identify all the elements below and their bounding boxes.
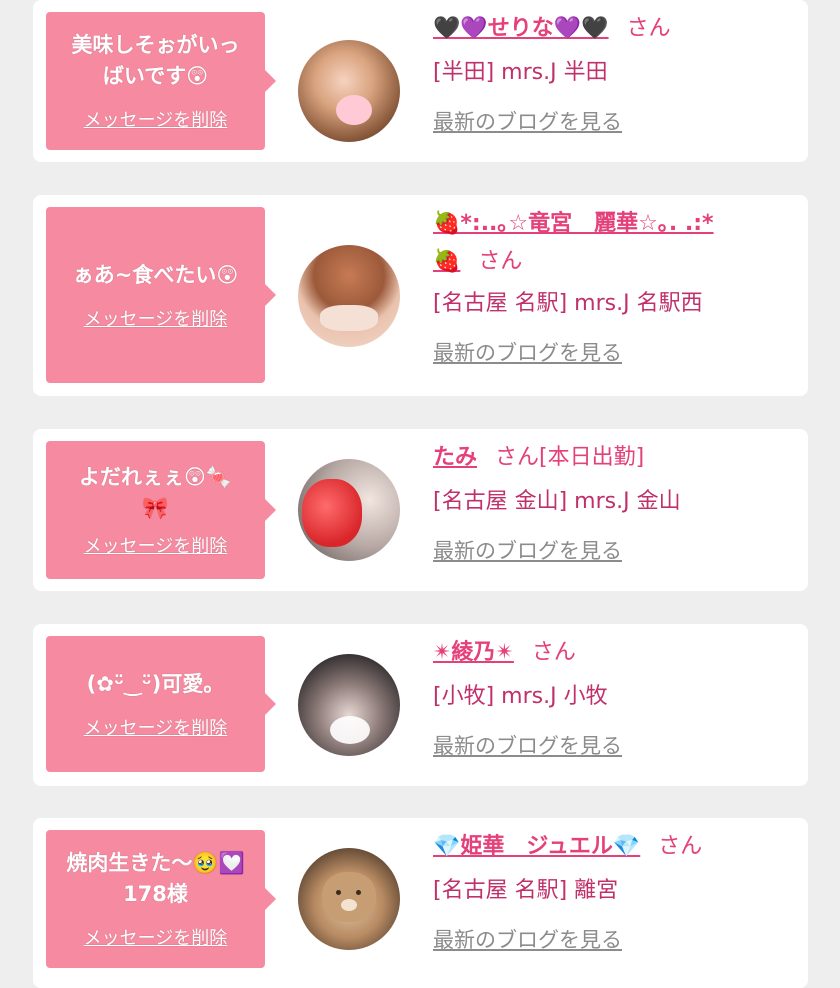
message-text: 美味しそぉがいっ ばいです😲	[72, 30, 240, 92]
avatar[interactable]	[298, 654, 400, 756]
latest-blog-link[interactable]: 最新のブログを見る	[433, 535, 622, 565]
delete-message-link[interactable]: メッセージを削除	[84, 305, 228, 331]
girl-name-link[interactable]: 🍓*:..｡☆竜宮 麗華☆｡. .:*	[433, 211, 714, 236]
honorific: さん	[531, 640, 576, 665]
avatar[interactable]	[298, 245, 400, 347]
shop-label: [名古屋 名駅] 離宮	[433, 878, 619, 903]
girl-name-link[interactable]: ✴綾乃✴	[433, 640, 514, 665]
name-line-2: 🍓 さん	[433, 245, 798, 279]
bear-icon	[322, 872, 376, 922]
message-line: 美味しそぉがいっ	[71, 33, 240, 57]
message-bubble: 美味しそぉがいっ ばいです😲 メッセージを削除	[46, 12, 276, 150]
honorific: さん	[658, 834, 703, 859]
message-text: (✿ᵕ̈‿ᵕ̈)可愛。	[87, 669, 225, 700]
name-line: たみ さん[本日出勤]	[433, 441, 798, 475]
shop-label: [半田] mrs.J 半田	[433, 60, 608, 85]
latest-blog-link[interactable]: 最新のブログを見る	[433, 337, 622, 367]
latest-blog-link[interactable]: 最新のブログを見る	[433, 924, 622, 954]
girl-info: 🖤💜せりな💜🖤 さん [半田] mrs.J 半田 最新のブログを見る	[433, 12, 798, 136]
latest-blog-link[interactable]: 最新のブログを見る	[433, 730, 622, 760]
face-blur	[336, 95, 372, 125]
message-line: ばいです😲	[102, 64, 209, 88]
girl-info: 🍓*:..｡☆竜宮 麗華☆｡. .:* 🍓 さん [名古屋 名駅] mrs.J 名…	[433, 207, 798, 367]
girl-info: ✴綾乃✴ さん [小牧] mrs.J 小牧 最新のブログを見る	[433, 636, 798, 760]
girl-name-link[interactable]: たみ	[433, 445, 477, 470]
favorite-card: よだれぇぇ😲🍬 🎀 メッセージを削除 たみ さん[本日出勤] [名古屋 金山] m…	[33, 429, 808, 591]
latest-blog-link[interactable]: 最新のブログを見る	[433, 106, 622, 136]
message-line: (✿ᵕ̈‿ᵕ̈)可愛。	[86, 671, 225, 696]
message-text: よだれぇぇ😲🍬 🎀	[79, 462, 232, 524]
name-line: 🖤💜せりな💜🖤 さん	[433, 12, 798, 46]
favorite-card: ぁあ~食べたい😲 メッセージを削除 🍓*:..｡☆竜宮 麗華☆｡. .:* 🍓 さ…	[33, 195, 808, 396]
shop-label: [名古屋 金山] mrs.J 金山	[433, 489, 681, 514]
avatar[interactable]	[298, 40, 400, 142]
message-line: ぁあ~食べたい😲	[72, 262, 239, 287]
honorific: さん	[478, 249, 523, 274]
girl-info: たみ さん[本日出勤] [名古屋 金山] mrs.J 金山 最新のブログを見る	[433, 441, 798, 565]
message-line: 🎀	[142, 496, 169, 520]
strawberry-icon	[302, 479, 362, 547]
delete-message-link[interactable]: メッセージを削除	[84, 106, 228, 132]
delete-message-link[interactable]: メッセージを削除	[84, 714, 228, 740]
honorific: さん[本日出勤]	[495, 445, 645, 470]
name-line: 🍓*:..｡☆竜宮 麗華☆｡. .:*	[433, 207, 798, 241]
delete-message-link[interactable]: メッセージを削除	[84, 924, 228, 950]
favorite-card: (✿ᵕ̈‿ᵕ̈)可愛。 メッセージを削除 ✴綾乃✴ さん [小牧] mrs.J 小…	[33, 624, 808, 786]
message-line: 焼肉生きた〜🥹💟	[66, 851, 245, 875]
message-bubble: ぁあ~食べたい😲 メッセージを削除	[46, 207, 276, 383]
avatar[interactable]	[298, 848, 400, 950]
favorite-card: 美味しそぉがいっ ばいです😲 メッセージを削除 🖤💜せりな💜🖤 さん [半田] m…	[33, 0, 808, 162]
shop-label: [小牧] mrs.J 小牧	[433, 684, 608, 709]
name-line: 💎姫華 ジュエル💎 さん	[433, 830, 798, 864]
message-bubble: 焼肉生きた〜🥹💟 178様 メッセージを削除	[46, 830, 276, 968]
honorific: さん	[626, 16, 671, 41]
face-blur	[330, 716, 370, 744]
name-line: ✴綾乃✴ さん	[433, 636, 798, 670]
shop-label: [名古屋 名駅] mrs.J 名駅西	[433, 291, 703, 316]
avatar[interactable]	[298, 459, 400, 561]
message-bubble: (✿ᵕ̈‿ᵕ̈)可愛。 メッセージを削除	[46, 636, 276, 772]
favorite-card: 焼肉生きた〜🥹💟 178様 メッセージを削除 💎姫華 ジュエル💎 さん [名古屋 …	[33, 818, 808, 988]
girl-info: 💎姫華 ジュエル💎 さん [名古屋 名駅] 離宮 最新のブログを見る	[433, 830, 798, 954]
girl-name-link[interactable]: 🖤💜せりな💜🖤	[433, 16, 609, 41]
delete-message-link[interactable]: メッセージを削除	[84, 532, 228, 558]
message-bubble: よだれぇぇ😲🍬 🎀 メッセージを削除	[46, 441, 276, 579]
message-line: 178様	[123, 882, 188, 906]
message-text: 焼肉生きた〜🥹💟 178様	[66, 848, 244, 910]
girl-name-link[interactable]: 💎姫華 ジュエル💎	[433, 834, 640, 859]
face	[320, 305, 378, 331]
message-line: よだれぇぇ😲🍬	[78, 465, 233, 489]
girl-name-link-cont[interactable]: 🍓	[433, 249, 460, 274]
message-text: ぁあ~食べたい😲	[73, 260, 239, 291]
